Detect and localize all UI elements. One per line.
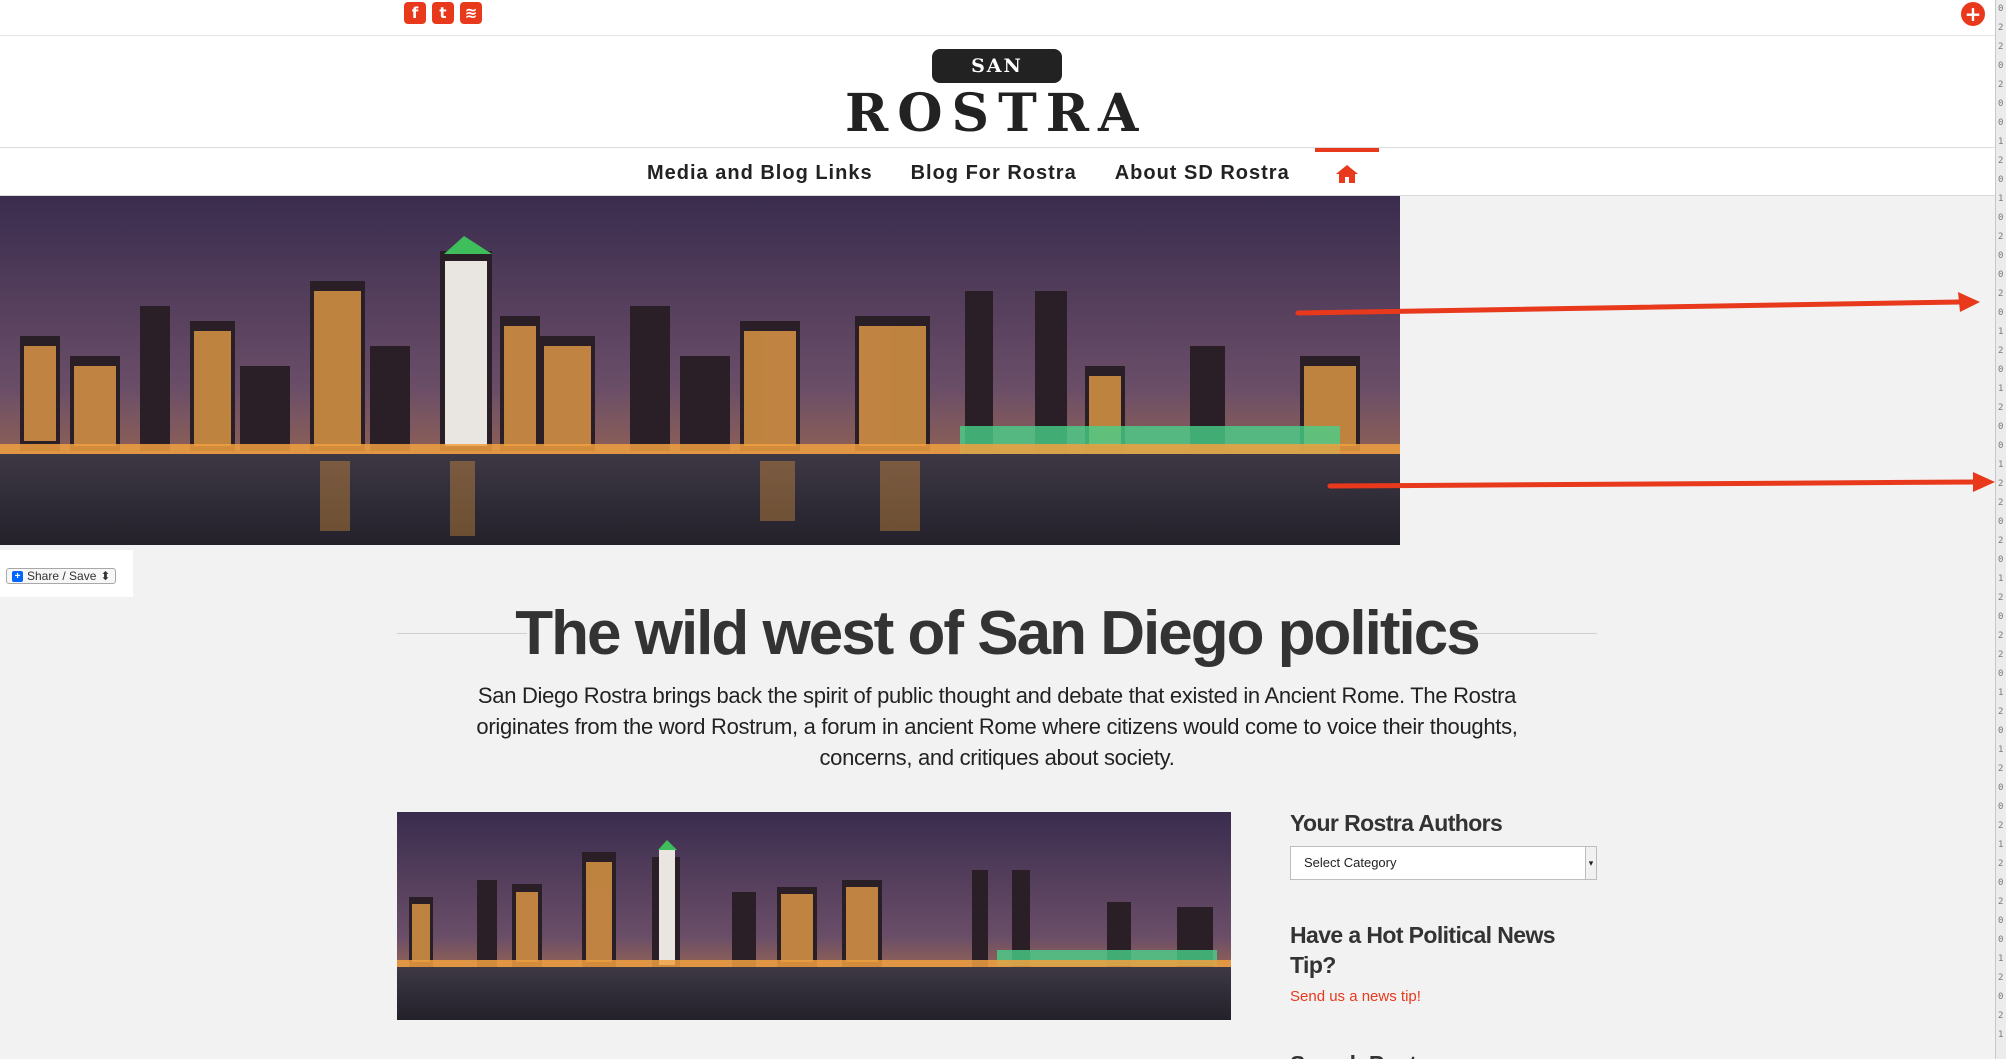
main-nav: Media and Blog Links Blog For Rostra Abo… (0, 148, 1995, 196)
edge-digit: 0 (1998, 175, 2004, 185)
annotation-arrow-2 (1327, 472, 1995, 492)
edge-digit: 2 (1998, 897, 2004, 907)
share-label: Share / Save (27, 569, 97, 583)
edge-digit: 0 (1998, 555, 2004, 565)
edge-digit: 2 (1998, 289, 2004, 299)
edge-digit: 0 (1998, 251, 2004, 261)
edge-digit: 0 (1998, 4, 2004, 14)
title-row: The wild west of San Diego politics (397, 598, 1597, 670)
featured-skyline (397, 812, 1231, 1020)
share-dropdown-icon: ⬍ (100, 569, 111, 583)
edge-digit: 1 (1998, 954, 2004, 964)
edge-digit: 0 (1998, 99, 2004, 109)
edge-digit: 2 (1998, 650, 2004, 660)
edge-digit: 0 (1998, 213, 2004, 223)
edge-digit: 0 (1998, 726, 2004, 736)
edge-digit: 1 (1998, 384, 2004, 394)
site-header: SAN DIEGO ROSTRA (0, 36, 1995, 148)
news-tip-heading: Have a Hot Political News Tip? (1290, 922, 1556, 978)
edge-digit: 0 (1998, 783, 2004, 793)
edge-digit: 2 (1998, 821, 2004, 831)
edge-digit: 0 (1998, 802, 2004, 812)
skyline-image (0, 196, 1400, 545)
edge-digit: 2 (1998, 232, 2004, 242)
edge-digit: 0 (1998, 308, 2004, 318)
rss-icon[interactable]: ≋ (460, 2, 482, 24)
add-plus-icon[interactable]: + (1961, 2, 1985, 26)
edge-digit: 2 (1998, 23, 2004, 33)
edge-digit: 2 (1998, 707, 2004, 717)
edge-digit: 2 (1998, 1011, 2004, 1021)
edge-digit: 0 (1998, 118, 2004, 128)
nav-item-media-and-blog-links[interactable]: Media and Blog Links (628, 148, 892, 196)
chevron-down-icon: ▾ (1585, 847, 1596, 879)
edge-digit: 2 (1998, 973, 2004, 983)
edge-digit: 2 (1998, 156, 2004, 166)
edge-digit: 1 (1998, 840, 2004, 850)
twitter-icon[interactable]: t (432, 2, 454, 24)
hero-image (0, 196, 1400, 545)
edge-digit: 1 (1998, 1030, 2004, 1040)
top-bar: f t ≋ + (0, 0, 1995, 36)
edge-digit: 1 (1998, 688, 2004, 698)
edge-digit: 1 (1998, 194, 2004, 204)
edge-digit: 2 (1998, 42, 2004, 52)
logo-badge: SAN DIEGO (932, 49, 1062, 111)
edge-digit: 0 (1998, 441, 2004, 451)
edge-digit: 0 (1998, 916, 2004, 926)
facebook-icon[interactable]: f (404, 2, 426, 24)
intro-text: San Diego Rostra brings back the spirit … (476, 683, 1518, 770)
authors-heading: Your Rostra Authors (1290, 810, 1503, 836)
edge-digit: 0 (1998, 878, 2004, 888)
edge-digit: 0 (1998, 270, 2004, 280)
edge-digit: 0 (1998, 517, 2004, 527)
annotation-arrow-1 (1295, 292, 1980, 316)
edge-digit: 1 (1998, 327, 2004, 337)
edge-digit: 0 (1998, 422, 2004, 432)
nav-item-home[interactable] (1314, 148, 1379, 196)
edge-digit: 2 (1998, 479, 2004, 489)
edge-digit: 0 (1998, 612, 2004, 622)
edge-digit: 2 (1998, 764, 2004, 774)
edge-digit: 1 (1998, 574, 2004, 584)
edge-digit: 2 (1998, 859, 2004, 869)
nav-items: Media and Blog Links Blog For Rostra Abo… (628, 148, 1379, 196)
social-links: f t ≋ (404, 2, 482, 24)
scrollbar-edge[interactable]: 0 2 2 0 2 0 0 1 2 0 1 0 2 0 0 2 0 1 2 0 1 2 0 0 1 2 2 0 2 0 1 2 0 2 2 0 1 2 0 1… (1995, 0, 2006, 1059)
edge-digit: 2 (1998, 593, 2004, 603)
page-title: The wild west of San Diego politics (515, 599, 1480, 668)
news-tip-link[interactable]: Send us a news tip! (1290, 988, 1600, 1005)
logo-word: ROSTRA (845, 83, 1148, 144)
category-select[interactable]: Select Category ▾ (1290, 846, 1597, 880)
edge-digit: 2 (1998, 346, 2004, 356)
featured-post-image[interactable] (397, 812, 1231, 1020)
edge-digit: 2 (1998, 631, 2004, 641)
site-logo[interactable]: SAN DIEGO ROSTRA (845, 44, 1147, 144)
share-plus-icon: + (12, 570, 23, 582)
nav-item-blog-for-rostra[interactable]: Blog For Rostra (892, 148, 1096, 196)
edge-digit: 0 (1998, 992, 2004, 1002)
share-widget: + Share / Save ⬍ (0, 550, 133, 597)
edge-digit: 1 (1998, 137, 2004, 147)
edge-digit: 1 (1998, 745, 2004, 755)
edge-digit: 2 (1998, 498, 2004, 508)
edge-digit: 0 (1998, 365, 2004, 375)
share-save-button[interactable]: + Share / Save ⬍ (6, 568, 117, 584)
category-select-value: Select Category (1304, 855, 1397, 870)
edge-digit: 0 (1998, 935, 2004, 945)
search-posts-heading: Search Posts (1290, 1049, 1600, 1059)
sidebar: Your Rostra Authors Select Category ▾ Ha… (1290, 808, 1600, 1059)
edge-digit: 0 (1998, 61, 2004, 71)
edge-digit: 1 (1998, 460, 2004, 470)
edge-digit: 0 (1998, 669, 2004, 679)
edge-digit: 2 (1998, 536, 2004, 546)
home-icon (1335, 165, 1358, 183)
edge-digit: 2 (1998, 403, 2004, 413)
edge-digit: 2 (1998, 80, 2004, 90)
nav-item-about-sd-rostra[interactable]: About SD Rostra (1096, 148, 1309, 196)
